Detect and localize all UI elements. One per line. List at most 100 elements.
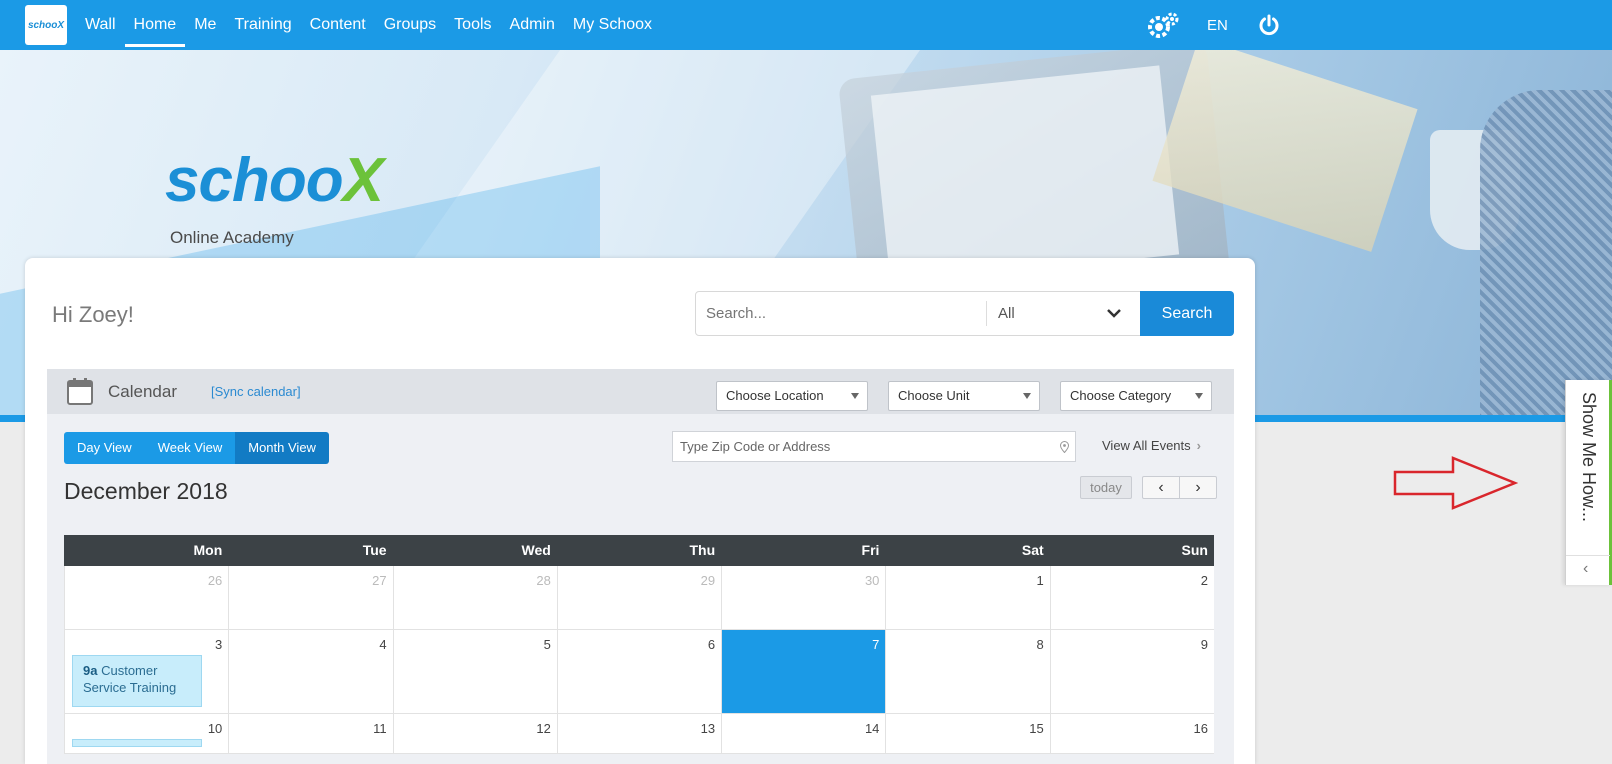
day-cell[interactable]: 14 xyxy=(721,714,885,753)
prev-month-button[interactable]: ‹ xyxy=(1143,477,1179,498)
day-cell[interactable]: 9 xyxy=(1049,630,1214,713)
hero-laptop-screen xyxy=(870,65,1180,285)
day-number: 1 xyxy=(1036,573,1044,588)
search-input[interactable] xyxy=(696,292,986,335)
day-cell[interactable]: 12 xyxy=(392,714,557,753)
today-button[interactable]: today xyxy=(1080,476,1132,499)
hero-person-image xyxy=(1480,90,1612,422)
calendar-grid: Mon Tue Wed Thu Fri Sat Sun 26 27 28 29 … xyxy=(64,535,1214,754)
nav-item-content[interactable]: Content xyxy=(301,0,375,50)
weekday-sat: Sat xyxy=(1021,542,1044,558)
day-cell[interactable]: 26 xyxy=(64,566,228,629)
day-cell[interactable]: 10 xyxy=(64,714,228,753)
settings-gear-icon[interactable] xyxy=(1145,10,1181,40)
brand-x-mark: X xyxy=(342,146,384,215)
day-cell[interactable]: 2 xyxy=(1049,566,1214,629)
day-cell[interactable]: 29 xyxy=(556,566,721,629)
week-row: 10 11 12 13 14 15 16 xyxy=(64,714,1214,754)
search-divider xyxy=(986,301,987,326)
event-time: 9a xyxy=(83,663,98,678)
brand-subtitle: Online Academy xyxy=(170,228,294,247)
day-cell[interactable]: 1 xyxy=(885,566,1049,629)
weekday-sun: Sun xyxy=(1181,542,1208,558)
day-number: 2 xyxy=(1200,573,1208,588)
month-view-button[interactable]: Month View xyxy=(235,432,329,464)
day-cell[interactable]: 4 xyxy=(228,630,392,713)
nav-item-home[interactable]: Home xyxy=(124,0,186,50)
location-dropdown-label: Choose Location xyxy=(726,388,824,403)
nav-item-training[interactable]: Training xyxy=(225,0,300,50)
day-cell[interactable]: 5 xyxy=(392,630,557,713)
brand-wordmark: schoo xyxy=(165,146,344,215)
caret-down-icon xyxy=(1195,393,1203,399)
search-button[interactable]: Search xyxy=(1140,291,1234,336)
nav-logo[interactable]: schooX xyxy=(25,5,67,45)
top-navbar: schooX Wall Home Me Training Content Gro… xyxy=(0,0,1612,50)
unit-dropdown-label: Choose Unit xyxy=(898,388,970,403)
week-row: 3 9a Customer Service Training 4 5 6 7 8… xyxy=(64,630,1214,714)
day-cell[interactable]: 11 xyxy=(228,714,392,753)
calendar-header: Calendar [Sync calendar] Choose Location… xyxy=(47,369,1234,414)
weekday-header: Mon Tue Wed Thu Fri Sat Sun xyxy=(64,535,1214,566)
chevron-right-icon: › xyxy=(1196,438,1201,453)
today-cell[interactable]: 7 xyxy=(721,630,886,713)
view-all-events-label: View All Events xyxy=(1102,438,1191,453)
show-me-how-tab[interactable]: Show Me How... ‹ xyxy=(1565,380,1612,585)
week-view-button[interactable]: Week View xyxy=(144,432,236,464)
nav-item-wall[interactable]: Wall xyxy=(76,0,125,50)
nav-item-me[interactable]: Me xyxy=(185,0,225,50)
unit-dropdown[interactable]: Choose Unit xyxy=(888,381,1040,411)
power-icon[interactable] xyxy=(1258,14,1280,36)
week-row: 26 27 28 29 30 1 2 xyxy=(64,566,1214,630)
day-number: 4 xyxy=(379,637,387,652)
nav-item-tools[interactable]: Tools xyxy=(445,0,500,50)
day-cell[interactable]: 16 xyxy=(1049,714,1214,753)
nav-logo-text: schooX xyxy=(27,19,65,31)
weekday-tue: Tue xyxy=(362,542,387,558)
day-number: 9 xyxy=(1200,637,1208,652)
caret-down-icon xyxy=(851,393,859,399)
day-cell[interactable]: 27 xyxy=(228,566,392,629)
nav-item-admin[interactable]: Admin xyxy=(501,0,564,50)
view-all-events-link[interactable]: View All Events › xyxy=(1102,438,1201,453)
day-number: 14 xyxy=(864,721,880,736)
day-cell[interactable]: 13 xyxy=(556,714,721,753)
nav-item-groups[interactable]: Groups xyxy=(375,0,445,50)
calendar-panel: Calendar [Sync calendar] Choose Location… xyxy=(47,369,1234,764)
day-cell[interactable]: 8 xyxy=(885,630,1049,713)
calendar-event[interactable] xyxy=(72,739,202,747)
main-card: Hi Zoey! All Search Calendar [Sync calen… xyxy=(25,258,1255,764)
search-scope-value: All xyxy=(998,305,1015,322)
day-cell[interactable]: 3 9a Customer Service Training xyxy=(64,630,228,713)
language-selector[interactable]: EN xyxy=(1207,17,1228,34)
day-view-button[interactable]: Day View xyxy=(64,432,145,464)
day-cell[interactable]: 15 xyxy=(885,714,1049,753)
chevron-left-icon[interactable]: ‹ xyxy=(1583,560,1588,578)
next-month-button[interactable]: › xyxy=(1179,477,1216,498)
show-me-how-label: Show Me How... xyxy=(1579,392,1599,523)
day-cell[interactable]: 30 xyxy=(721,566,885,629)
event-title: Customer Service Training xyxy=(83,663,177,695)
greeting-text: Hi Zoey! xyxy=(52,302,134,327)
red-arrow-annotation xyxy=(1393,456,1518,510)
weekday-wed: Wed xyxy=(521,542,551,558)
day-number: 12 xyxy=(536,721,551,736)
day-number: 10 xyxy=(207,721,223,736)
day-number: 13 xyxy=(700,721,716,736)
day-number: 3 xyxy=(215,637,223,652)
calendar-icon xyxy=(67,378,93,405)
chevron-down-icon[interactable] xyxy=(1106,307,1122,319)
category-dropdown[interactable]: Choose Category xyxy=(1060,381,1212,411)
day-cell[interactable]: 28 xyxy=(392,566,557,629)
day-cell[interactable]: 6 xyxy=(556,630,721,713)
calendar-event[interactable]: 9a Customer Service Training xyxy=(72,655,202,707)
nav-item-my-schoox[interactable]: My Schoox xyxy=(564,0,661,50)
zip-address-input[interactable]: Type Zip Code or Address xyxy=(672,431,1076,462)
category-dropdown-label: Choose Category xyxy=(1070,388,1172,403)
location-dropdown[interactable]: Choose Location xyxy=(716,381,868,411)
month-title: December 2018 xyxy=(64,478,228,504)
day-number: 28 xyxy=(536,573,551,588)
sync-calendar-link[interactable]: [Sync calendar] xyxy=(211,384,301,399)
day-number: 5 xyxy=(543,637,551,652)
day-number: 30 xyxy=(864,573,880,588)
